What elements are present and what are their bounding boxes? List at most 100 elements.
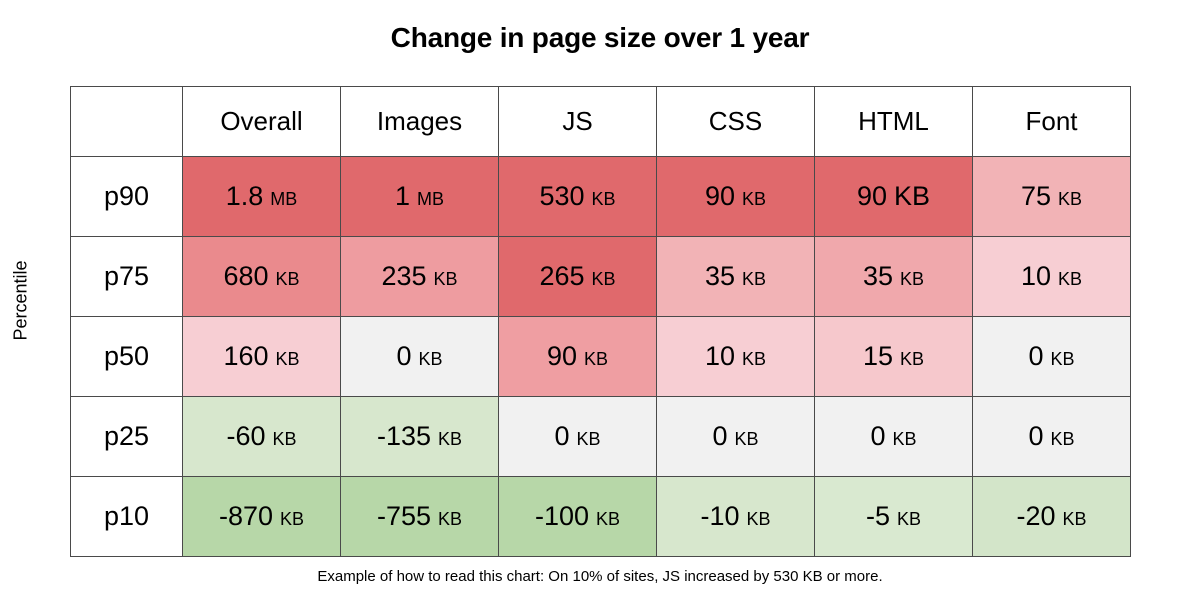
heatmap-cell: 10 KB bbox=[972, 236, 1131, 317]
cell-value: 530 bbox=[539, 181, 585, 211]
cell-content: 160 KB bbox=[183, 343, 340, 370]
chart-page: Change in page size over 1 year Percenti… bbox=[0, 0, 1200, 600]
cell-content: 0 KB bbox=[815, 423, 972, 450]
cell-value: 160 bbox=[223, 341, 269, 371]
cell-unit: KB bbox=[1062, 509, 1087, 529]
table-row: p50 160 KB 0 KB 90 KB 10 KB 15 KB 0 KB bbox=[70, 316, 1131, 397]
cell-value: 90 bbox=[856, 181, 887, 211]
heatmap-cell: 1.8 MB bbox=[182, 156, 341, 237]
column-header-css: CSS bbox=[656, 86, 815, 157]
heatmap-cell: 265 KB bbox=[498, 236, 657, 317]
cell-content: 0 KB bbox=[499, 423, 656, 450]
cell-value: 680 bbox=[223, 261, 269, 291]
cell-unit: MB bbox=[270, 189, 298, 209]
heatmap-cell: 0 KB bbox=[972, 316, 1131, 397]
cell-value: 35 bbox=[862, 261, 894, 291]
cell-unit: KB bbox=[734, 429, 759, 449]
heatmap-cell: 35 KB bbox=[814, 236, 973, 317]
cell-content: 15 KB bbox=[815, 343, 972, 370]
cell-content: -10 KB bbox=[657, 503, 814, 530]
column-header-font: Font bbox=[972, 86, 1131, 157]
cell-unit: KB bbox=[894, 181, 931, 211]
cell-value: -755 bbox=[376, 501, 432, 531]
cell-content: -100 KB bbox=[499, 503, 656, 530]
cell-value: -100 bbox=[534, 501, 590, 531]
cell-content: 680 KB bbox=[183, 263, 340, 290]
heatmap-cell: 10 KB bbox=[656, 316, 815, 397]
cell-unit: KB bbox=[900, 349, 925, 369]
heatmap-cell: 0 KB bbox=[656, 396, 815, 477]
table-header-row: Overall Images JS CSS HTML Font bbox=[70, 86, 1131, 157]
cell-unit: KB bbox=[591, 269, 616, 289]
cell-content: -20 KB bbox=[973, 503, 1130, 530]
cell-unit: KB bbox=[280, 509, 305, 529]
cell-value: -5 bbox=[865, 501, 890, 531]
cell-content: 10 KB bbox=[657, 343, 814, 370]
heatmap-cell: 0 KB bbox=[972, 396, 1131, 477]
cell-content: -60 KB bbox=[183, 423, 340, 450]
row-label-p75: p75 bbox=[70, 236, 183, 317]
column-header-html: HTML bbox=[814, 86, 973, 157]
cell-value: -10 bbox=[700, 501, 740, 531]
heatmap-cell: 235 KB bbox=[340, 236, 499, 317]
cell-unit: KB bbox=[900, 269, 925, 289]
cell-unit: KB bbox=[584, 349, 609, 369]
cell-content: 0 KB bbox=[341, 343, 498, 370]
cell-value: 35 bbox=[704, 261, 736, 291]
row-label-p10: p10 bbox=[70, 476, 183, 557]
table-row: p25 -60 KB -135 KB 0 KB 0 KB 0 KB 0 KB bbox=[70, 396, 1131, 477]
cell-content: 265 KB bbox=[499, 263, 656, 290]
y-axis-label: Percentile bbox=[4, 0, 38, 600]
cell-unit: KB bbox=[576, 429, 601, 449]
cell-content: 35 KB bbox=[657, 263, 814, 290]
row-label-p25: p25 bbox=[70, 396, 183, 477]
cell-unit: KB bbox=[591, 189, 616, 209]
cell-unit: KB bbox=[1050, 429, 1075, 449]
cell-unit: KB bbox=[897, 509, 922, 529]
cell-value: 0 bbox=[870, 421, 886, 451]
cell-value: 75 bbox=[1020, 181, 1052, 211]
cell-value: -135 bbox=[376, 421, 432, 451]
heatmap-table: Overall Images JS CSS HTML Font p90 1.8 MB 1 MB 53… bbox=[70, 86, 1131, 557]
table-row: p10 -870 KB -755 KB -100 KB -10 KB -5 KB -20 KB bbox=[70, 476, 1131, 557]
cell-content: 0 KB bbox=[973, 423, 1130, 450]
cell-value: -870 bbox=[218, 501, 274, 531]
heatmap-cell: 75 KB bbox=[972, 156, 1131, 237]
heatmap-cell: -10 KB bbox=[656, 476, 815, 557]
cell-content: 10 KB bbox=[973, 263, 1130, 290]
heatmap-table-container: Overall Images JS CSS HTML Font p90 1.8 MB 1 MB 53… bbox=[70, 86, 1131, 557]
heatmap-cell: 90 KB bbox=[656, 156, 815, 237]
heatmap-cell: 1 MB bbox=[340, 156, 499, 237]
cell-content: 90 KB bbox=[815, 183, 972, 210]
heatmap-cell: -755 KB bbox=[340, 476, 499, 557]
cell-value: -60 bbox=[226, 421, 266, 451]
cell-unit: KB bbox=[1050, 349, 1075, 369]
cell-content: 530 KB bbox=[499, 183, 656, 210]
cell-content: 0 KB bbox=[973, 343, 1130, 370]
heatmap-cell: 680 KB bbox=[182, 236, 341, 317]
heatmap-cell: 0 KB bbox=[340, 316, 499, 397]
cell-value: 0 bbox=[396, 341, 412, 371]
heatmap-cell: 15 KB bbox=[814, 316, 973, 397]
heatmap-cell: -135 KB bbox=[340, 396, 499, 477]
row-label-p90: p90 bbox=[70, 156, 183, 237]
cell-unit: KB bbox=[438, 509, 463, 529]
page-title: Change in page size over 1 year bbox=[390, 22, 810, 53]
y-axis-label-text: Percentile bbox=[10, 259, 31, 341]
cell-unit: KB bbox=[596, 509, 621, 529]
cell-content: -870 KB bbox=[183, 503, 340, 530]
cell-unit: KB bbox=[892, 429, 917, 449]
heatmap-cell: 0 KB bbox=[814, 396, 973, 477]
table-row: p90 1.8 MB 1 MB 530 KB 90 KB 90 KB 75 KB bbox=[70, 156, 1131, 237]
cell-unit: KB bbox=[418, 349, 443, 369]
heatmap-cell: 0 KB bbox=[498, 396, 657, 477]
heatmap-cell: 90 KB bbox=[814, 156, 973, 237]
cell-unit: KB bbox=[1058, 189, 1083, 209]
heatmap-cell: -870 KB bbox=[182, 476, 341, 557]
cell-unit: KB bbox=[272, 429, 297, 449]
cell-content: 90 KB bbox=[499, 343, 656, 370]
cell-unit: KB bbox=[438, 429, 463, 449]
cell-value: 90 bbox=[704, 181, 736, 211]
cell-content: 0 KB bbox=[657, 423, 814, 450]
cell-value: 15 bbox=[862, 341, 894, 371]
